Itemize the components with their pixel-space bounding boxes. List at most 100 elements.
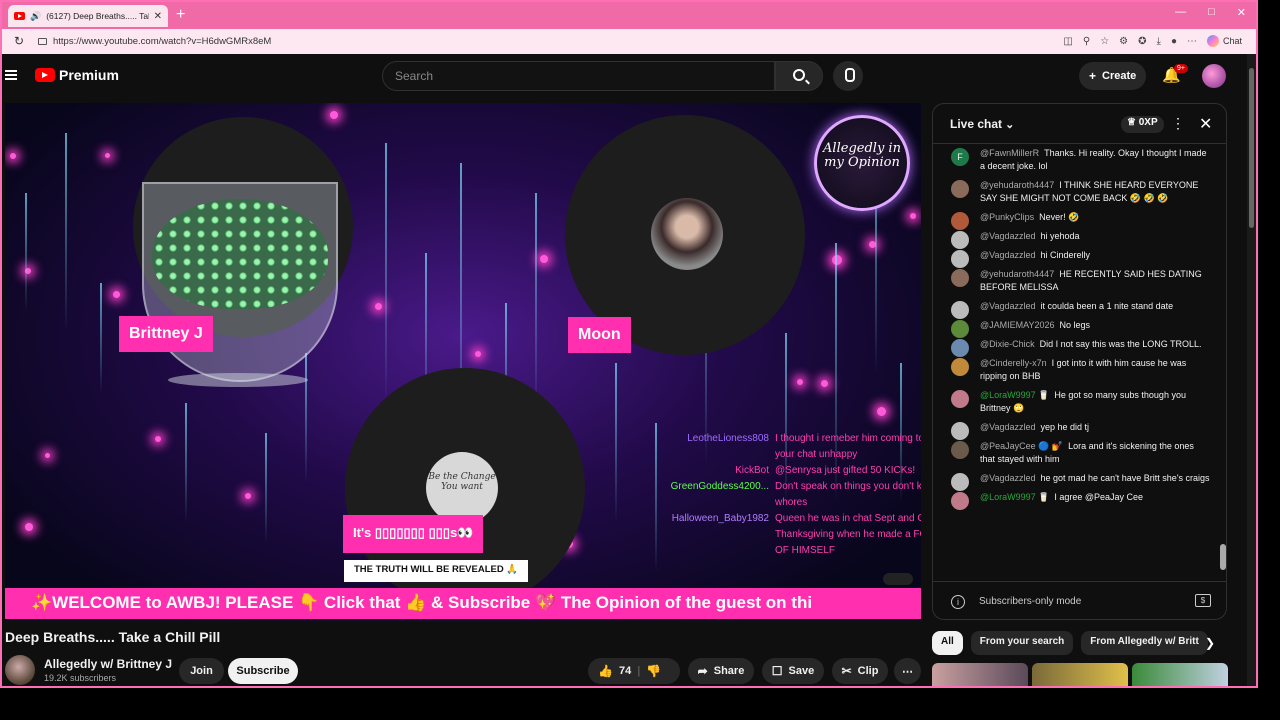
speaker-icon[interactable]: 🔊: [30, 11, 41, 22]
subscribe-button[interactable]: Subscribe: [228, 658, 298, 684]
chat-scrollbar[interactable]: [1219, 144, 1226, 581]
ticker-banner: ✨WELCOME to AWBJ! PLEASE 👇 Click that 👍 …: [5, 588, 921, 619]
url-field[interactable]: https://www.youtube.com/watch?v=H6dwGMRx…: [32, 32, 1202, 51]
chat-message[interactable]: @LoraW9997 🥛 I agree @PeaJay Cee: [933, 488, 1218, 510]
related-thumbnail[interactable]: [932, 663, 1028, 686]
copilot-button[interactable]: Chat: [1206, 35, 1242, 47]
chat-author[interactable]: @LoraW9997 🥛: [980, 390, 1049, 400]
chat-menu-icon[interactable]: ⋮: [1171, 115, 1185, 132]
zoom-icon[interactable]: ⚲: [1083, 36, 1090, 47]
video-player[interactable]: Brittney J Moon Allegedly in my Opinion …: [5, 103, 921, 621]
xp-badge[interactable]: ♕ 0XP: [1121, 116, 1164, 133]
currency-icon[interactable]: $: [1195, 594, 1211, 607]
chat-avatar[interactable]: [951, 269, 969, 287]
downloads-icon[interactable]: ⤓: [1157, 36, 1161, 47]
chat-message[interactable]: @JAMIEMAY2026 No legs: [933, 316, 1218, 338]
channel-avatar[interactable]: [5, 655, 35, 685]
info-icon[interactable]: i: [951, 595, 965, 609]
chat-mode-dropdown[interactable]: Live chat: [950, 117, 1014, 131]
join-button[interactable]: Join: [179, 658, 224, 684]
new-tab-icon[interactable]: +: [176, 6, 185, 24]
chat-avatar[interactable]: [951, 441, 969, 459]
sparkle: [45, 453, 50, 458]
chat-author[interactable]: @yehudaroth4447: [980, 269, 1054, 279]
chat-author[interactable]: @LoraW9997 🥛: [980, 492, 1049, 502]
more-icon[interactable]: ⋯: [1187, 36, 1197, 47]
minimize-icon[interactable]: —: [1175, 6, 1186, 19]
chat-author[interactable]: @PunkyClips: [980, 212, 1034, 222]
channel-name[interactable]: Allegedly w/ Brittney J: [44, 657, 172, 671]
related-thumbnail[interactable]: [1132, 663, 1228, 686]
filter-chip[interactable]: From Allegedly w/ Britt: [1081, 631, 1208, 655]
crown-icon: ♕: [1127, 117, 1139, 128]
chat-avatar[interactable]: [951, 390, 969, 408]
chat-avatar[interactable]: [951, 180, 969, 198]
page-scroll-thumb[interactable]: [1249, 68, 1254, 228]
chat-message[interactable]: @Vagdazzled he got mad he can't have Brit…: [933, 469, 1218, 491]
clip-button[interactable]: ✂ Clip: [832, 658, 888, 684]
browser-tab[interactable]: 🔊 (6127) Deep Breaths..... Take a ✕: [8, 5, 168, 27]
chat-author[interactable]: @Vagdazzled: [980, 301, 1036, 311]
save-button[interactable]: ☐ Save: [762, 658, 824, 684]
favorite-star-icon[interactable]: ☆: [1100, 36, 1109, 47]
chat-message[interactable]: @Dixie-Chick Did I not say this was the L…: [933, 335, 1218, 357]
chat-message[interactable]: @PunkyClips Never! 🤣: [933, 208, 1218, 230]
share-button[interactable]: ➦ Share: [688, 658, 754, 684]
chat-message[interactable]: @Vagdazzled hi Cinderelly: [933, 246, 1218, 268]
site-info-icon[interactable]: [38, 38, 47, 45]
beads: [152, 199, 328, 309]
chat-message[interactable]: @PeaJayCee 🔵 💅 Lora and it's sickening th…: [933, 437, 1218, 469]
chat-message[interactable]: @Vagdazzled yep he did tj: [933, 418, 1218, 440]
maximize-icon[interactable]: □: [1208, 6, 1215, 19]
youtube-logo[interactable]: Premium: [35, 67, 119, 83]
chat-message[interactable]: @Vagdazzled it coulda been a 1 nite stand…: [933, 297, 1218, 319]
chat-avatar[interactable]: F: [951, 148, 969, 166]
chat-message[interactable]: @yehudaroth4447 HE RECENTLY SAID HES DATI…: [933, 265, 1218, 297]
chip-next-icon[interactable]: ❯: [1205, 636, 1215, 650]
tab-close-icon[interactable]: ✕: [154, 11, 162, 22]
chat-author[interactable]: @JAMIEMAY2026: [980, 320, 1055, 330]
chat-author[interactable]: @Vagdazzled: [980, 231, 1036, 241]
filter-chip[interactable]: All: [932, 631, 963, 655]
voice-search-icon[interactable]: [833, 61, 863, 91]
page-scrollbar[interactable]: [1247, 54, 1256, 686]
related-thumbnails: [932, 663, 1228, 686]
dislike-icon[interactable]: 👎: [646, 664, 661, 678]
like-icon[interactable]: 👍: [598, 664, 613, 678]
youtube-masthead: Premium Search + Create 🔔 9+: [2, 54, 1256, 100]
chat-author[interactable]: @FawnMillerR: [980, 148, 1039, 158]
chat-author[interactable]: @Vagdazzled: [980, 422, 1036, 432]
chat-avatar[interactable]: [951, 358, 969, 376]
related-thumbnail[interactable]: [1032, 663, 1128, 686]
chat-scroll-thumb[interactable]: [1220, 544, 1226, 570]
chat-author[interactable]: @Vagdazzled: [980, 250, 1036, 260]
chat-author[interactable]: @yehudaroth4447: [980, 180, 1054, 190]
chat-message[interactable]: @LoraW9997 🥛 He got so many subs though y…: [933, 386, 1218, 418]
chat-author[interactable]: @Vagdazzled: [980, 473, 1036, 483]
menu-icon[interactable]: [5, 70, 17, 80]
sparkle: [475, 351, 481, 357]
chat-author[interactable]: @PeaJayCee 🔵 💅: [980, 441, 1063, 451]
filter-chip[interactable]: From your search: [970, 631, 1074, 655]
chat-author[interactable]: @Dixie-Chick: [980, 339, 1035, 349]
search-button[interactable]: [775, 61, 823, 91]
create-button[interactable]: + Create: [1079, 62, 1147, 90]
chat-message[interactable]: @Cinderelly-x7n I got into it with him ca…: [933, 354, 1218, 386]
account-avatar[interactable]: [1202, 64, 1226, 88]
close-window-icon[interactable]: ✕: [1237, 6, 1246, 19]
chat-avatar[interactable]: [951, 492, 969, 510]
chat-message[interactable]: F @FawnMillerR Thanks. Hi reality. Okay I …: [933, 144, 1218, 176]
like-count[interactable]: 74: [619, 665, 631, 677]
chat-messages[interactable]: F @FawnMillerR Thanks. Hi reality. Okay I …: [933, 144, 1218, 579]
more-actions-button[interactable]: ⋯: [894, 658, 921, 684]
search-input[interactable]: Search: [382, 61, 775, 91]
chat-close-icon[interactable]: ✕: [1199, 114, 1212, 134]
split-screen-icon[interactable]: ◫: [1063, 36, 1072, 47]
profile-icon[interactable]: ●: [1171, 36, 1177, 47]
extension-icon[interactable]: ⚙: [1119, 36, 1128, 47]
chat-message[interactable]: @Vagdazzled hi yehoda: [933, 227, 1218, 249]
favorites-icon[interactable]: ✪: [1138, 36, 1146, 47]
reload-icon[interactable]: ↻: [14, 34, 24, 48]
chat-author[interactable]: @Cinderelly-x7n: [980, 358, 1047, 368]
chat-message[interactable]: @yehudaroth4447 I THINK SHE HEARD EVERYON…: [933, 176, 1218, 208]
